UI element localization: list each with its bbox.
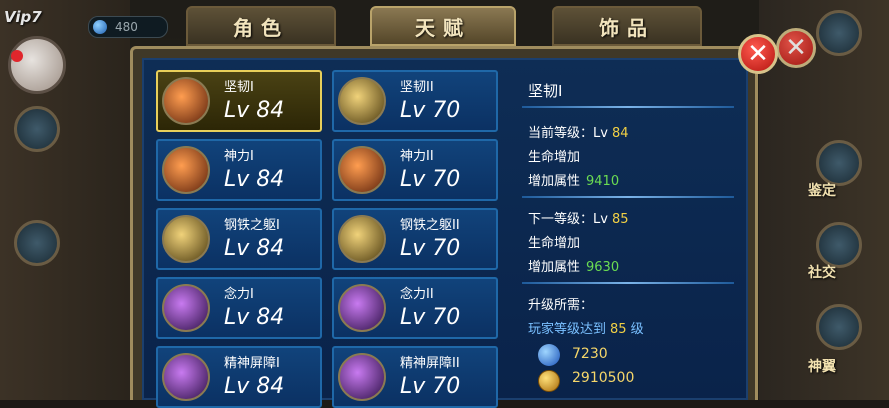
detail-title: 坚韧I xyxy=(528,82,563,100)
next-level-value: 85 xyxy=(611,212,629,227)
talent-mind-barrier-2[interactable]: 精神屏障II Lv 70 xyxy=(332,346,498,408)
barrier-icon xyxy=(162,353,210,401)
talent-name: 精神屏障II xyxy=(400,356,460,371)
power-icon xyxy=(338,146,386,194)
talent-power-2[interactable]: 神力II Lv 70 xyxy=(332,139,498,201)
talent-level: Lv 70 xyxy=(400,374,461,399)
gem-icon xyxy=(538,344,560,366)
talent-power-1[interactable]: 神力I Lv 84 xyxy=(156,139,322,201)
shield-icon xyxy=(162,215,210,263)
life-increase-label: 生命增加 xyxy=(528,236,581,251)
close-button-secondary[interactable]: ✕ xyxy=(776,28,816,68)
attr-label: 增加属性 xyxy=(528,260,581,275)
attr-row-next: 增加属性 9630 xyxy=(528,256,619,275)
talent-level: Lv 84 xyxy=(224,236,285,261)
attr-label: 增加属性 xyxy=(528,174,581,189)
talent-name: 念力I xyxy=(224,287,254,302)
talent-name: 钢铁之躯II xyxy=(400,218,460,233)
next-level-row: 下一等级：Lv 85 xyxy=(528,208,628,227)
gem-count: 480 xyxy=(115,20,138,34)
attr-row-current: 增加属性 9410 xyxy=(528,170,619,189)
talent-level: Lv 70 xyxy=(400,305,461,330)
talent-tenacity-1[interactable]: 坚韧I Lv 84 xyxy=(156,70,322,132)
next-level-label: 下一等级：Lv xyxy=(528,212,608,227)
gold-cost: 2910500 xyxy=(572,370,635,386)
social-label: 社交 xyxy=(808,265,836,281)
notification-dot-icon xyxy=(11,50,23,62)
tab-talent[interactable]: 天赋 xyxy=(370,6,516,46)
talent-telekinesis-1[interactable]: 念力I Lv 84 xyxy=(156,277,322,339)
talent-level: Lv 70 xyxy=(400,98,461,123)
tenacity-icon xyxy=(162,77,210,125)
attr-value: 9630 xyxy=(586,260,620,275)
current-level-label: 当前等级：Lv xyxy=(528,126,608,141)
upgrade-label: 升级所需： xyxy=(528,298,594,313)
identify-label: 鉴定 xyxy=(808,183,836,199)
talent-level: Lv 84 xyxy=(224,374,285,399)
shield-icon xyxy=(338,215,386,263)
talent-name: 坚韧II xyxy=(400,80,434,95)
talent-level: Lv 84 xyxy=(224,98,285,123)
wings-button[interactable] xyxy=(816,304,862,350)
tab-accessory[interactable]: 饰品 xyxy=(552,6,702,46)
talent-level: Lv 70 xyxy=(400,236,461,261)
talent-telekinesis-2[interactable]: 念力II Lv 70 xyxy=(332,277,498,339)
staff-icon xyxy=(338,284,386,332)
talent-name: 钢铁之躯I xyxy=(224,218,280,233)
talent-level: Lv 70 xyxy=(400,167,461,192)
divider xyxy=(522,106,734,108)
vip-label: Vip7 xyxy=(4,8,42,26)
barrier-icon xyxy=(338,353,386,401)
talent-detail: 坚韧I 当前等级：Lv 84 生命增加 增加属性 9410 下一等级：Lv 85 生命… xyxy=(512,68,740,400)
requirement-row: 玩家等级达到 85 级 xyxy=(528,318,644,337)
tenacity-icon xyxy=(338,77,386,125)
close-button[interactable]: ✕ xyxy=(738,34,778,74)
talent-name: 精神屏障I xyxy=(224,356,280,371)
requirement-prefix: 玩家等级达到 xyxy=(528,322,607,337)
avatar[interactable] xyxy=(8,36,66,94)
talent-name: 神力II xyxy=(400,149,434,164)
talent-tenacity-2[interactable]: 坚韧II Lv 70 xyxy=(332,70,498,132)
tab-character[interactable]: 角色 xyxy=(186,6,336,46)
divider xyxy=(522,282,734,284)
gem-counter: 480 xyxy=(88,16,168,38)
requirement-level: 85 xyxy=(610,322,627,337)
gold-coin-icon xyxy=(538,370,560,392)
current-level-value: 84 xyxy=(611,126,629,141)
talent-name: 坚韧I xyxy=(224,80,254,95)
staff-icon xyxy=(162,284,210,332)
wings-label: 神翼 xyxy=(808,359,836,375)
life-increase-label: 生命增加 xyxy=(528,150,581,165)
talent-name: 神力I xyxy=(224,149,254,164)
up-arrow-button[interactable] xyxy=(14,106,60,152)
talent-level: Lv 84 xyxy=(224,305,285,330)
talent-iron-body-2[interactable]: 钢铁之躯II Lv 70 xyxy=(332,208,498,270)
right-menu-button[interactable] xyxy=(816,10,862,56)
gem-cost: 7230 xyxy=(572,346,608,362)
divider xyxy=(522,196,734,198)
talent-mind-barrier-1[interactable]: 精神屏障I Lv 84 xyxy=(156,346,322,408)
current-level-row: 当前等级：Lv 84 xyxy=(528,122,628,141)
attr-value: 9410 xyxy=(586,174,620,189)
requirement-suffix: 级 xyxy=(630,322,644,337)
talent-level: Lv 84 xyxy=(224,167,285,192)
talent-iron-body-1[interactable]: 钢铁之躯I Lv 84 xyxy=(156,208,322,270)
power-icon xyxy=(162,146,210,194)
side-skill-button[interactable] xyxy=(14,220,60,266)
gem-icon xyxy=(93,20,107,34)
talent-name: 念力II xyxy=(400,287,434,302)
